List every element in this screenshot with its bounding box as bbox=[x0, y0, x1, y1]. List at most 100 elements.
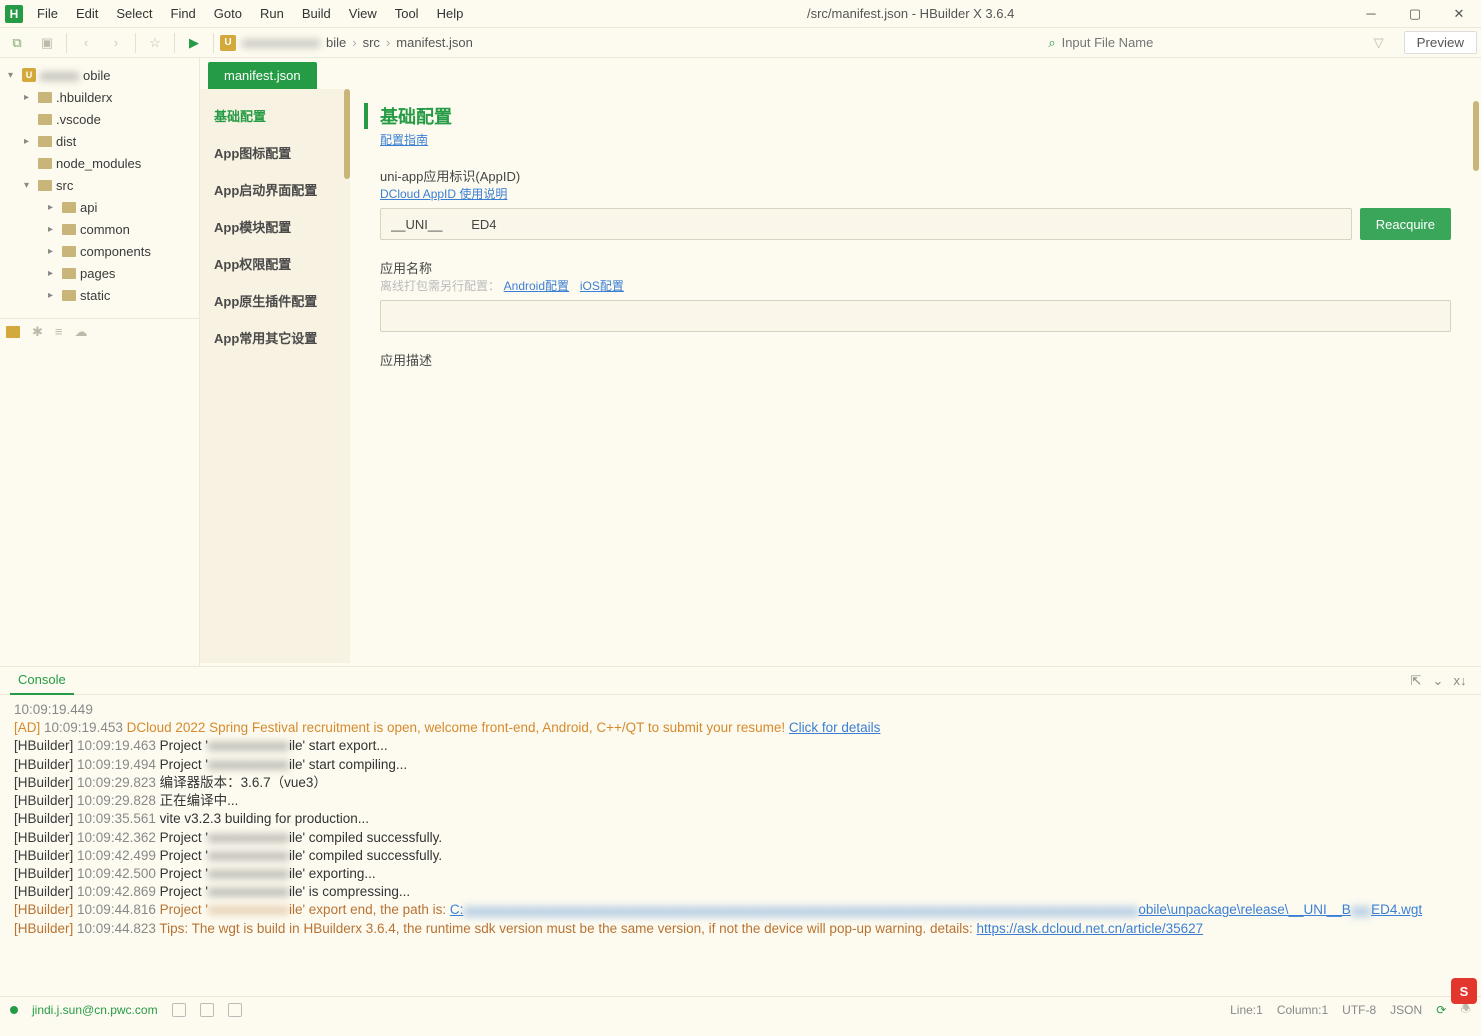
menu-find[interactable]: Find bbox=[162, 0, 205, 28]
tree-item-components[interactable]: ▸components bbox=[0, 240, 199, 262]
menu-help[interactable]: Help bbox=[428, 0, 473, 28]
config-nav: 基础配置App图标配置App启动界面配置App模块配置App权限配置App原生插… bbox=[200, 89, 350, 663]
tree-item-node_modules[interactable]: node_modules bbox=[0, 152, 199, 174]
console-line: [AD] 10:09:19.453 DCloud 2022 Spring Fes… bbox=[14, 719, 1467, 737]
console-scroll-lock-icon[interactable]: x↓ bbox=[1449, 673, 1471, 688]
status-user[interactable]: jindi.j.sun@cn.pwc.com bbox=[32, 1003, 158, 1017]
explorer-icon[interactable] bbox=[6, 326, 20, 338]
appname-label: 应用名称 bbox=[380, 258, 1451, 277]
menu-run[interactable]: Run bbox=[251, 0, 293, 28]
project-icon: U bbox=[220, 35, 236, 51]
status-icon-1[interactable] bbox=[172, 1003, 186, 1017]
tree-item-pages[interactable]: ▸pages bbox=[0, 262, 199, 284]
tree-item-common[interactable]: ▸common bbox=[0, 218, 199, 240]
config-nav-item[interactable]: App权限配置 bbox=[200, 245, 350, 282]
sync-icon[interactable]: ⟳ bbox=[1436, 1003, 1446, 1017]
cloud-icon[interactable]: ☁ bbox=[75, 324, 88, 340]
scrollbar-thumb[interactable] bbox=[1473, 101, 1479, 171]
appid-label: uni-app应用标识(AppID) bbox=[380, 166, 1451, 185]
menu-goto[interactable]: Goto bbox=[205, 0, 251, 28]
console-tab[interactable]: Console bbox=[10, 667, 74, 695]
menu-edit[interactable]: Edit bbox=[67, 0, 107, 28]
console-line: [HBuilder] 10:09:44.816 Project 'xxxxxxx… bbox=[14, 901, 1467, 919]
title-bar: H FileEditSelectFindGotoRunBuildViewTool… bbox=[0, 0, 1481, 28]
window-title: /src/manifest.json - HBuilder X 3.6.4 bbox=[472, 6, 1349, 21]
new-file-icon[interactable]: ⧉ bbox=[4, 30, 30, 56]
config-nav-item[interactable]: App启动界面配置 bbox=[200, 171, 350, 208]
status-icon-2[interactable] bbox=[200, 1003, 214, 1017]
filter-icon[interactable]: ▽ bbox=[1366, 30, 1392, 56]
menu-view[interactable]: View bbox=[340, 0, 386, 28]
editor-tab-manifest[interactable]: manifest.json bbox=[208, 62, 317, 89]
config-nav-item[interactable]: App模块配置 bbox=[200, 208, 350, 245]
breadcrumb-project[interactable]: xxxxxxxxxxxx bbox=[242, 35, 320, 50]
console-line: [HBuilder] 10:09:35.561 vite v3.2.3 buil… bbox=[14, 810, 1467, 828]
status-icon-3[interactable] bbox=[228, 1003, 242, 1017]
appname-input[interactable] bbox=[380, 300, 1451, 332]
console-line: [HBuilder] 10:09:19.494 Project 'xxxxxxx… bbox=[14, 756, 1467, 774]
toolbar: ⧉ ▣ ‹ › ☆ ▶ U xxxxxxxxxxxxbile › src › m… bbox=[0, 28, 1481, 58]
search-icon: ⌕ bbox=[1048, 35, 1055, 51]
menu-file[interactable]: File bbox=[28, 0, 67, 28]
nav-back-icon[interactable]: ‹ bbox=[73, 30, 99, 56]
close-button[interactable]: ✕ bbox=[1437, 0, 1481, 28]
appid-help-link[interactable]: DCloud AppID 使用说明 bbox=[380, 187, 507, 201]
console-line: [HBuilder] 10:09:42.869 Project 'xxxxxxx… bbox=[14, 883, 1467, 901]
status-language[interactable]: JSON bbox=[1390, 1003, 1422, 1017]
status-dot-icon bbox=[10, 1006, 18, 1014]
console-panel: Console ⇱ ⌄ x↓ 10:09:19.449[AD] 10:09:19… bbox=[0, 666, 1481, 996]
console-line: [HBuilder] 10:09:44.823 Tips: The wgt is… bbox=[14, 920, 1467, 938]
preview-button[interactable]: Preview bbox=[1404, 31, 1477, 54]
ios-config-link[interactable]: iOS配置 bbox=[580, 279, 624, 293]
menu-select[interactable]: Select bbox=[107, 0, 161, 28]
star-icon[interactable]: ☆ bbox=[142, 30, 168, 56]
tree-root[interactable]: ▾Uxxxxxxobile bbox=[0, 64, 199, 86]
config-body: 基础配置 配置指南 uni-app应用标识(AppID) DCloud AppI… bbox=[350, 89, 1481, 663]
config-guide-link[interactable]: 配置指南 bbox=[380, 131, 428, 148]
nav-forward-icon[interactable]: › bbox=[103, 30, 129, 56]
tree-item-src[interactable]: ▾src bbox=[0, 174, 199, 196]
save-icon[interactable]: ▣ bbox=[34, 30, 60, 56]
file-search[interactable]: ⌕ bbox=[1048, 35, 1361, 51]
run-icon[interactable]: ▶ bbox=[181, 30, 207, 56]
console-line: [HBuilder] 10:09:42.362 Project 'xxxxxxx… bbox=[14, 829, 1467, 847]
console-collapse-icon[interactable]: ⌄ bbox=[1427, 673, 1449, 689]
minimize-button[interactable]: ─ bbox=[1349, 0, 1393, 28]
appid-input[interactable] bbox=[380, 208, 1352, 240]
search-input[interactable] bbox=[1062, 35, 1362, 50]
list-icon[interactable]: ≡ bbox=[55, 324, 63, 339]
menu-tool[interactable]: Tool bbox=[386, 0, 428, 28]
tree-item-vscode[interactable]: .vscode bbox=[0, 108, 199, 130]
bug-icon[interactable]: ✱ bbox=[32, 324, 43, 340]
appdesc-label: 应用描述 bbox=[380, 350, 1451, 369]
tree-item-static[interactable]: ▸static bbox=[0, 284, 199, 306]
console-export-icon[interactable]: ⇱ bbox=[1405, 673, 1427, 689]
tree-item-hbuilderx[interactable]: ▸.hbuilderx bbox=[0, 86, 199, 108]
console-line: [HBuilder] 10:09:29.823 编译器版本：3.6.7（vue3… bbox=[14, 774, 1467, 792]
ime-indicator-icon[interactable]: S bbox=[1451, 978, 1477, 1004]
maximize-button[interactable]: ▢ bbox=[1393, 0, 1437, 28]
menu-build[interactable]: Build bbox=[293, 0, 340, 28]
sidebar-bottom-icons: ✱ ≡ ☁ bbox=[0, 318, 200, 344]
console-line: [HBuilder] 10:09:29.828 正在编译中... bbox=[14, 792, 1467, 810]
project-explorer[interactable]: ▾Uxxxxxxobile▸.hbuilderx.vscode▸distnode… bbox=[0, 58, 200, 666]
status-encoding[interactable]: UTF-8 bbox=[1342, 1003, 1376, 1017]
config-nav-item[interactable]: App图标配置 bbox=[200, 134, 350, 171]
tree-item-api[interactable]: ▸api bbox=[0, 196, 199, 218]
breadcrumb-file[interactable]: manifest.json bbox=[396, 35, 473, 50]
editor-area: manifest.json 基础配置App图标配置App启动界面配置App模块配… bbox=[200, 58, 1481, 666]
console-output[interactable]: 10:09:19.449[AD] 10:09:19.453 DCloud 202… bbox=[0, 695, 1481, 996]
breadcrumb[interactable]: U xxxxxxxxxxxxbile › src › manifest.json bbox=[220, 35, 473, 51]
console-line: [HBuilder] 10:09:42.499 Project 'xxxxxxx… bbox=[14, 847, 1467, 865]
breadcrumb-src[interactable]: src bbox=[363, 35, 380, 50]
tree-item-dist[interactable]: ▸dist bbox=[0, 130, 199, 152]
android-config-link[interactable]: Android配置 bbox=[504, 279, 569, 293]
status-line[interactable]: Line:1 bbox=[1230, 1003, 1263, 1017]
config-nav-item[interactable]: 基础配置 bbox=[200, 97, 350, 134]
reacquire-button[interactable]: Reacquire bbox=[1360, 208, 1451, 240]
appname-hint: 离线打包需另行配置： bbox=[380, 279, 500, 293]
console-line: 10:09:19.449 bbox=[14, 701, 1467, 719]
config-nav-item[interactable]: App原生插件配置 bbox=[200, 282, 350, 319]
status-column[interactable]: Column:1 bbox=[1277, 1003, 1328, 1017]
config-nav-item[interactable]: App常用其它设置 bbox=[200, 319, 350, 356]
